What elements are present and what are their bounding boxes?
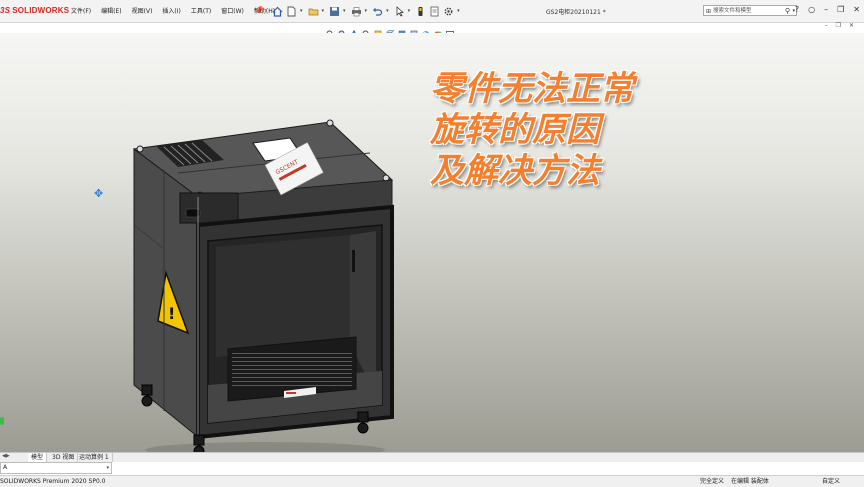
options-icon[interactable] [443,6,454,17]
apply-scene-icon[interactable] [434,23,442,37]
tab-motion-study[interactable]: 运动算例 1 [76,453,113,462]
search-box[interactable]: ⊞ 搜索文件和模型 ⚲ ▾ [703,5,797,16]
zoom-area-icon[interactable] [338,23,347,39]
bottom-tabs: ◀▶ 模型 3D 视图 运动算例 1 [0,452,864,462]
document-title: GS2电柜20210121 * [546,9,606,16]
viewport-restore-icon[interactable]: ❐ [836,22,841,29]
edit-appearance-icon[interactable] [422,23,430,37]
chevron-down-icon[interactable]: ▾ [343,8,346,14]
zoom-fit-icon[interactable] [326,23,335,39]
menu-window[interactable]: 窗口(W) [216,7,249,16]
tutorial-caption: 零件无法正常 旋转的原因 及解决方法 [430,69,730,192]
tab-3d-views[interactable]: 3D 视图 [49,453,79,462]
caption-line-2: 旋转的原因 [430,110,600,150]
feature-filter-value: A [3,464,8,471]
select-icon[interactable] [394,5,405,17]
definition-status: 完全定义 [700,478,725,485]
previous-view-icon[interactable] [350,23,358,38]
new-file-icon[interactable] [286,6,297,17]
viewport-window-buttons: – ❐ ✕ [825,22,854,29]
pin-icon[interactable]: 📌 [254,6,264,15]
save-icon[interactable] [329,6,340,17]
help-icon[interactable]: ? [795,5,799,14]
hide-show-icon[interactable] [410,23,418,38]
caption-line-3: 及解决方法 [430,151,600,191]
title-bar: 3S SOLIDWORKS 文件(F) 编辑(E) 视图(V) 插入(I) 工具(… [0,0,864,23]
menu-tools[interactable]: 工具(T) [186,7,216,16]
view-settings-icon[interactable] [446,23,454,38]
status-bar: SOLIDWORKS Premium 2020 SP0.0 完全定义 在编辑 装… [0,475,864,487]
tab-scroll-arrows-icon[interactable]: ◀▶ [2,453,10,459]
menu-file[interactable]: 文件(F) [66,7,96,16]
chevron-down-icon[interactable]: ▾ [106,463,109,473]
view-orientation-icon[interactable] [386,23,395,38]
editing-status: 在编辑 装配体 [731,478,769,485]
undo-icon[interactable] [372,6,383,17]
graphics-area[interactable]: GSCENT ! ✥ 零件无法正常 旋转的原因 及解决方法 [0,33,864,452]
menu-edit[interactable]: 编辑(E) [96,7,126,16]
user-icon[interactable]: ○ [808,5,815,14]
file-properties-icon[interactable] [429,6,440,17]
chevron-down-icon[interactable]: ▾ [386,8,389,14]
viewport-minimize-icon[interactable]: – [825,22,828,29]
window-controls: ? ○ – ❐ ✕ [795,5,860,14]
quick-access-toolbar: ▾ ▾ ▾ ▾ ▾ ▾ ▾ [272,4,465,18]
dynamic-annotation-icon[interactable] [374,23,382,38]
product-version: SOLIDWORKS Premium 2020 SP0.0 [0,478,106,485]
open-icon[interactable] [308,6,319,17]
chevron-down-icon[interactable]: ▾ [457,8,460,14]
chevron-down-icon[interactable]: ▾ [408,8,411,14]
logo-mark: 3S [0,6,11,15]
logo-text: SOLIDWORKS [12,6,70,15]
search-icon[interactable]: ⚲ [785,6,790,16]
tab-model[interactable]: 模型 [28,453,48,462]
viewport-close-icon[interactable]: ✕ [849,22,854,29]
cabinet-model[interactable]: GSCENT ! [120,85,400,452]
main-menu: 文件(F) 编辑(E) 视图(V) 插入(I) 工具(T) 窗口(W) 帮助(H… [66,7,280,16]
move-cursor-icon: ✥ [94,187,104,200]
menu-insert[interactable]: 插入(I) [157,7,185,16]
rebuild-icon[interactable] [415,6,426,17]
caption-line-1: 零件无法正常 [430,69,634,109]
feature-filter-field[interactable]: A ▾ [0,462,112,474]
chevron-down-icon[interactable]: ▾ [365,8,368,14]
restore-icon[interactable]: ❐ [837,5,844,14]
home-icon[interactable] [272,6,283,17]
print-icon[interactable] [351,6,362,17]
minimize-icon[interactable]: – [824,5,828,14]
chevron-down-icon[interactable]: ▾ [322,8,325,14]
units-status[interactable]: 自定义 [822,476,840,487]
heads-up-view-toolbar [326,21,458,39]
menu-view[interactable]: 视图(V) [127,7,158,16]
app-logo[interactable]: 3S SOLIDWORKS [0,5,69,17]
origin-indicator [0,417,4,425]
chevron-down-icon[interactable]: ▾ [300,8,303,14]
close-icon[interactable]: ✕ [853,5,860,14]
search-input[interactable]: 搜索文件和模型 [713,8,752,14]
display-style-icon[interactable] [398,23,406,38]
search-scope-icon[interactable]: ⊞ [706,7,711,17]
svg-text:!: ! [168,304,175,323]
section-view-icon[interactable] [362,23,371,39]
